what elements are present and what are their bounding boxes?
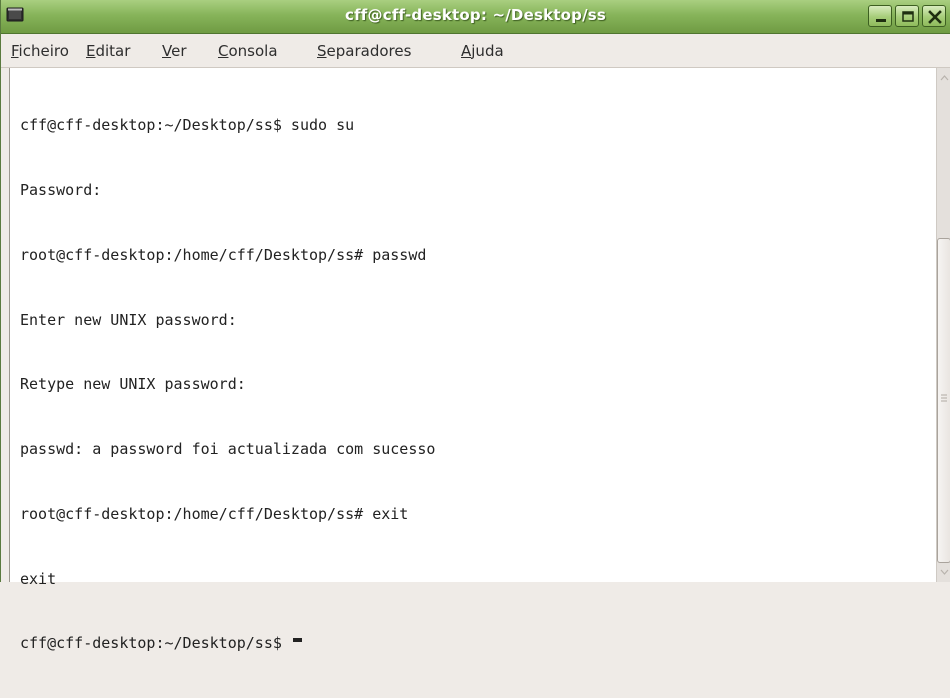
terminal-line: root@cff-desktop:/home/cff/Desktop/ss# e… [20, 504, 409, 523]
window-title: cff@cff-desktop: ~/Desktop/ss [344, 6, 607, 24]
terminal-line: Retype new UNIX password: [20, 375, 246, 394]
terminal-window: cff@cff-desktop: ~/Desktop/ss Ficheiro E… [0, 0, 950, 652]
menu-consola[interactable]: Consola [218, 42, 278, 60]
scrollbar-thumb[interactable] [937, 238, 950, 563]
close-icon [928, 10, 942, 24]
text-cursor [292, 638, 302, 643]
minimize-button[interactable] [868, 5, 892, 27]
minimize-icon [876, 19, 886, 22]
terminal-line: root@cff-desktop:/home/cff/Desktop/ss# p… [20, 245, 427, 264]
maximize-icon [902, 11, 914, 22]
grip-icon [941, 394, 947, 402]
terminal-text: cff@cff-desktop:~/Desktop/ss$ sudo su Pa… [20, 72, 435, 698]
close-button[interactable] [922, 5, 946, 27]
terminal-output[interactable]: cff@cff-desktop:~/Desktop/ss$ sudo su Pa… [9, 68, 937, 652]
terminal-prompt: cff@cff-desktop:~/Desktop/ss$ [20, 634, 291, 653]
menu-editar[interactable]: Editar [86, 42, 130, 60]
scroll-down-arrow-icon[interactable] [938, 566, 950, 578]
menu-bar: Ficheiro Editar Ver Consola Separadores … [1, 34, 950, 68]
terminal-line: Password: [20, 180, 102, 199]
terminal-line: Enter new UNIX password: [20, 310, 237, 329]
menu-ajuda[interactable]: Ajuda [461, 42, 504, 60]
vertical-scrollbar[interactable] [936, 68, 950, 582]
terminal-line: exit [20, 569, 57, 588]
terminal-prompt-line: cff@cff-desktop:~/Desktop/ss$ [20, 633, 435, 655]
scroll-up-arrow-icon[interactable] [938, 72, 950, 84]
title-bar[interactable]: cff@cff-desktop: ~/Desktop/ss [1, 0, 950, 34]
menu-ficheiro[interactable]: Ficheiro [11, 42, 69, 60]
terminal-line: cff@cff-desktop:~/Desktop/ss$ sudo su [20, 116, 355, 135]
terminal-line: passwd: a password foi actualizada com s… [20, 440, 436, 459]
maximize-button[interactable] [895, 5, 919, 27]
menu-separadores[interactable]: Separadores [317, 42, 411, 60]
menu-ver[interactable]: Ver [162, 42, 187, 60]
